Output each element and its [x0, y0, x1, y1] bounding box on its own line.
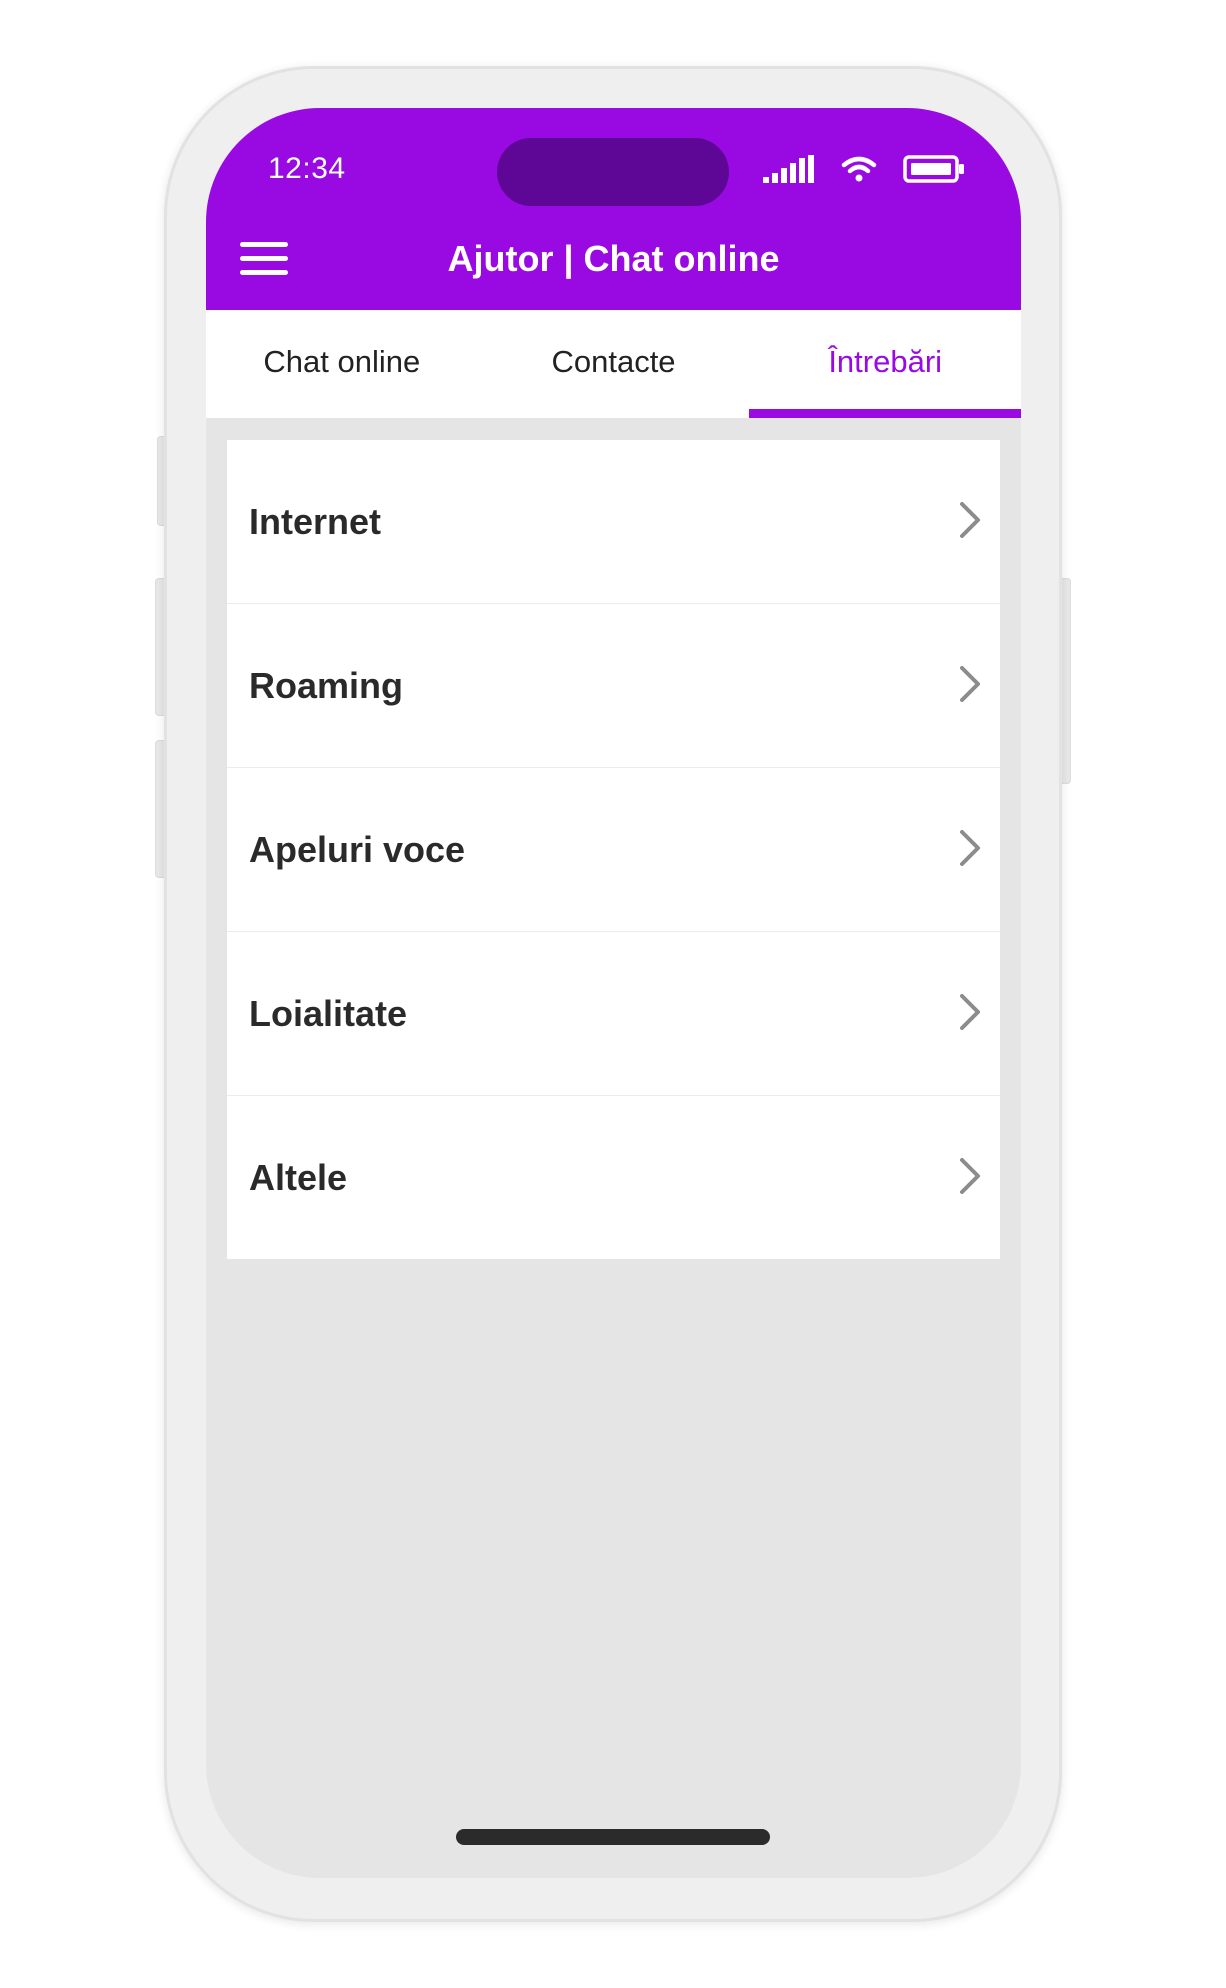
status-time: 12:34 [268, 152, 346, 185]
list-item-label: Apeluri voce [249, 829, 466, 870]
list-item-label: Internet [249, 501, 382, 542]
tab-bar: Chat online Contacte Întrebări [206, 310, 1021, 418]
tab-intrebari[interactable]: Întrebări [749, 310, 1021, 418]
chevron-right-icon [960, 666, 980, 702]
home-indicator[interactable] [456, 1829, 770, 1845]
faq-category-list: Internet Roaming Apeluri voce Loialitate [227, 440, 1000, 1259]
chevron-right-icon [960, 830, 980, 866]
signal-icon [763, 154, 815, 188]
list-item-roaming[interactable]: Roaming [227, 604, 1000, 768]
chevron-right-icon [960, 1158, 980, 1194]
app-header: 12:34 Ajutor | Chat online [206, 108, 1021, 310]
status-icons [763, 154, 965, 188]
tab-chat-online[interactable]: Chat online [206, 310, 478, 418]
wifi-icon [841, 155, 877, 188]
battery-icon [903, 154, 965, 189]
list-item-label: Altele [249, 1157, 348, 1198]
phone-screen: 12:34 Ajutor | Chat online Chat online C… [206, 108, 1021, 1878]
list-item-internet[interactable]: Internet [227, 440, 1000, 604]
chevron-right-icon [960, 994, 980, 1030]
list-item-label: Loialitate [249, 993, 408, 1034]
list-item-apeluri-voce[interactable]: Apeluri voce [227, 768, 1000, 932]
list-item-loialitate[interactable]: Loialitate [227, 932, 1000, 1096]
list-item-label: Roaming [249, 665, 404, 706]
chevron-right-icon [960, 502, 980, 538]
tab-contacte[interactable]: Contacte [478, 310, 750, 418]
list-item-altele[interactable]: Altele [227, 1096, 1000, 1259]
dynamic-island [497, 138, 729, 206]
page-title: Ajutor | Chat online [447, 238, 780, 279]
mockup-stage: 12:34 Ajutor | Chat online Chat online C… [0, 0, 1226, 1988]
